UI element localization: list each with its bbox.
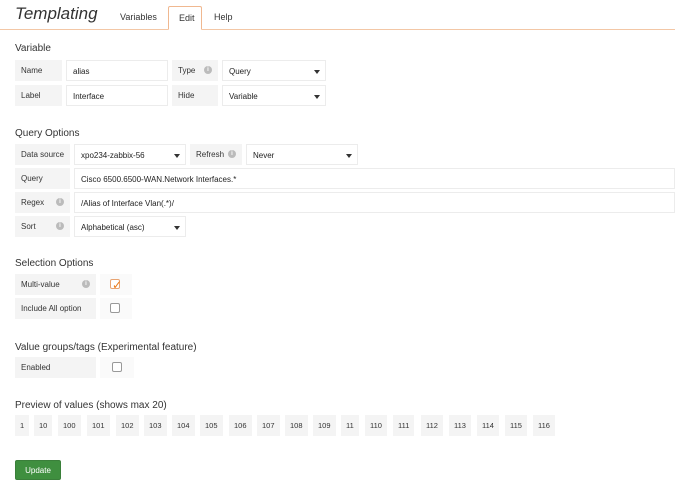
query-label: Query [15,168,70,189]
datasource-select-value: xpo234-zabbix-56 [81,151,145,160]
preview-value: 1 [15,415,30,436]
type-select-value: Query [229,67,251,76]
multivalue-cell: ✓ [100,274,132,295]
type-label-text: Type [178,66,196,75]
name-input[interactable]: alias [66,60,168,81]
regex-label: Regex i [15,192,70,213]
sort-label: Sort i [15,216,70,237]
enabled-checkbox[interactable] [112,362,122,372]
multivalue-label: Multi-value i [15,274,96,295]
preview-value: 10 [34,415,53,436]
sort-select[interactable]: Alphabetical (asc) [74,216,186,237]
preview-value: 108 [285,415,308,436]
include-all-cell [100,298,132,319]
tab-variables[interactable]: Variables [110,6,167,30]
update-button[interactable]: Update [15,460,61,480]
sort-select-value: Alphabetical (asc) [81,223,145,232]
type-select[interactable]: Query [222,60,326,81]
label-input[interactable]: Interface [66,85,168,106]
include-all-label: Include All option [15,298,96,319]
preview-value: 104 [172,415,195,436]
include-all-checkbox[interactable] [110,303,120,313]
tab-help[interactable]: Help [204,6,243,30]
enabled-cell [100,357,134,378]
check-icon: ✓ [112,278,123,292]
preview-value: 107 [257,415,280,436]
chevron-down-icon [174,154,180,158]
refresh-label-text: Refresh [196,150,225,159]
preview-value: 111 [393,415,415,436]
info-icon: i [204,66,212,74]
section-title-value-groups: Value groups/tags (Experimental feature) [15,342,197,353]
preview-value: 103 [144,415,167,436]
chevron-down-icon [346,154,352,158]
refresh-label: Refresh i [190,144,242,165]
preview-value: 115 [505,415,527,436]
info-icon: i [56,198,64,206]
page-title: Templating [15,4,98,23]
section-title-query-options: Query Options [15,128,80,139]
preview-value: 11 [341,415,359,436]
hide-select-value: Variable [229,92,258,101]
preview-value: 109 [313,415,336,436]
regex-input[interactable]: /Alias of Interface Vlan(.*)/ [74,192,675,213]
preview-value: 110 [365,415,387,436]
query-input[interactable]: Cisco 6500.6500-WAN.Network Interfaces.* [74,168,675,189]
multivalue-checkbox[interactable]: ✓ [110,278,122,292]
preview-value: 112 [421,415,443,436]
datasource-select[interactable]: xpo234-zabbix-56 [74,144,186,165]
multivalue-label-text: Multi-value [21,280,60,289]
section-title-preview: Preview of values (shows max 20) [15,400,167,411]
sort-label-text: Sort [21,222,36,231]
preview-value: 114 [477,415,499,436]
datasource-label: Data source [15,144,70,165]
preview-value: 102 [116,415,139,436]
type-label: Type i [172,60,218,81]
chevron-down-icon [174,226,180,230]
refresh-select-value: Never [253,151,275,160]
chevron-down-icon [314,95,320,99]
refresh-select[interactable]: Never [246,144,358,165]
info-icon: i [56,222,64,230]
preview-value: 105 [200,415,223,436]
hide-label: Hide [172,85,218,106]
preview-value: 106 [229,415,252,436]
regex-label-text: Regex [21,198,45,207]
chevron-down-icon [314,70,320,74]
preview-value: 116 [533,415,555,436]
hide-select[interactable]: Variable [222,85,326,106]
preview-value: 100 [58,415,81,436]
section-title-variable: Variable [15,43,51,54]
info-icon: i [82,280,90,288]
preview-value: 113 [449,415,471,436]
enabled-label: Enabled [15,357,96,378]
header-divider [0,29,675,30]
preview-value: 101 [87,415,110,436]
label-label: Label [15,85,62,106]
section-title-selection-options: Selection Options [15,258,94,269]
header: Templating Variables Edit Help [0,0,675,30]
info-icon: i [228,150,236,158]
name-label: Name [15,60,62,81]
tab-edit[interactable]: Edit [168,6,202,30]
